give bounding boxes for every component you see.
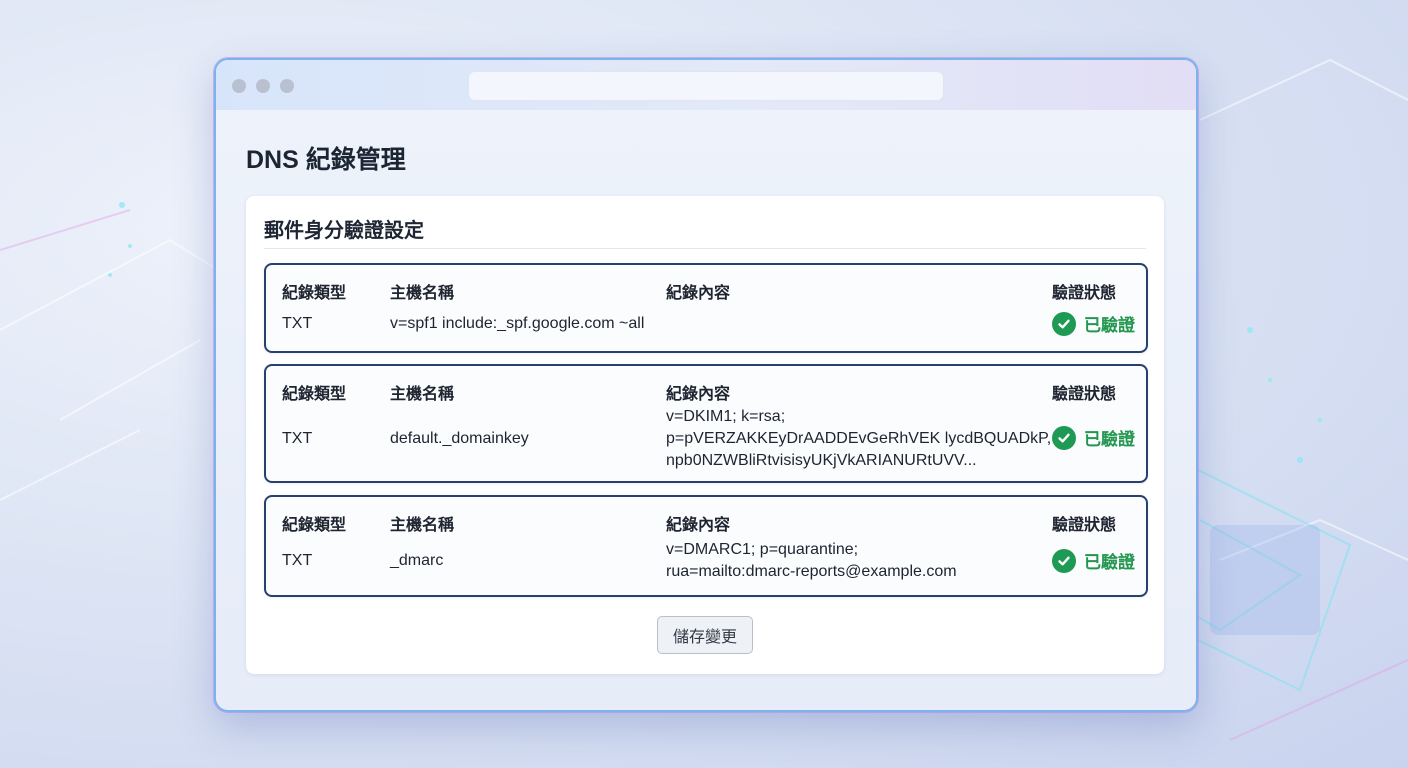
page-title: DNS 紀錄管理 bbox=[246, 146, 406, 174]
record-content-line: v=DKIM1; k=rsa; bbox=[666, 408, 786, 425]
status-label: 已驗證 bbox=[1084, 430, 1135, 449]
record-type: TXT bbox=[282, 430, 313, 447]
record-content: v=DMARC1; p=quarantine; rua=mailto:dmarc… bbox=[666, 539, 957, 583]
col-header-type: 紀錄類型 bbox=[282, 386, 347, 403]
status-badge: 已驗證 bbox=[1052, 311, 1135, 336]
col-header-content: 紀錄內容 bbox=[666, 285, 731, 302]
col-header-status: 驗證狀態 bbox=[1052, 386, 1117, 403]
dns-record-spf: 紀錄類型 主機名稱 紀錄內容 驗證狀態 TXT v=spf1 include:_… bbox=[264, 263, 1148, 353]
status-badge: 已驗證 bbox=[1052, 425, 1135, 450]
address-bar[interactable] bbox=[468, 71, 944, 101]
col-header-content: 紀錄內容 bbox=[666, 517, 731, 534]
col-header-type: 紀錄類型 bbox=[282, 285, 347, 302]
dns-record-dkim: 紀錄類型 主機名稱 紀錄內容 驗證狀態 TXT default._domaink… bbox=[264, 364, 1148, 483]
col-header-host: 主機名稱 bbox=[390, 386, 455, 403]
section-divider bbox=[264, 248, 1146, 249]
browser-window: DNS 紀錄管理 郵件身分驗證設定 紀錄類型 主機名稱 紀錄內容 驗證狀態 TX… bbox=[214, 58, 1198, 712]
check-circle-icon bbox=[1052, 311, 1076, 336]
col-header-status: 驗證狀態 bbox=[1052, 517, 1117, 534]
dns-record-dmarc: 紀錄類型 主機名稱 紀錄內容 驗證狀態 TXT _dmarc v=DMARC1;… bbox=[264, 495, 1148, 597]
save-changes-button[interactable]: 儲存變更 bbox=[657, 616, 753, 654]
record-type: TXT bbox=[282, 552, 313, 569]
title-bar bbox=[216, 60, 1196, 110]
record-content-line: rua=mailto:dmarc-reports@example.com bbox=[666, 563, 957, 580]
record-content-line: v=DMARC1; p=quarantine; bbox=[666, 541, 859, 558]
section-title: 郵件身分驗證設定 bbox=[264, 220, 424, 242]
check-circle-icon bbox=[1052, 425, 1076, 450]
record-content: v=DKIM1; k=rsa; p=pVERZAKKEyDrAADDEvGeRh… bbox=[666, 406, 1051, 472]
email-auth-card: 郵件身分驗證設定 紀錄類型 主機名稱 紀錄內容 驗證狀態 TXT v=spf1 … bbox=[246, 196, 1164, 674]
col-header-content: 紀錄內容 bbox=[666, 386, 731, 403]
record-host: v=spf1 include:_spf.google.com ~all bbox=[390, 315, 645, 332]
col-header-status: 驗證狀態 bbox=[1052, 285, 1117, 302]
col-header-host: 主機名稱 bbox=[390, 285, 455, 302]
col-header-type: 紀錄類型 bbox=[282, 517, 347, 534]
status-badge: 已驗證 bbox=[1052, 548, 1135, 573]
record-host: default._domainkey bbox=[390, 430, 529, 447]
window-maximize-dot[interactable] bbox=[280, 79, 294, 93]
status-label: 已驗證 bbox=[1084, 316, 1135, 335]
status-label: 已驗證 bbox=[1084, 553, 1135, 572]
record-content-line: p=pVERZAKKEyDrAADDEvGeRhVEK lycdBQUADkP, bbox=[666, 430, 1052, 447]
window-minimize-dot[interactable] bbox=[256, 79, 270, 93]
col-header-host: 主機名稱 bbox=[390, 517, 455, 534]
record-type: TXT bbox=[282, 315, 313, 332]
record-host: _dmarc bbox=[390, 552, 444, 569]
check-circle-icon bbox=[1052, 548, 1076, 573]
window-close-dot[interactable] bbox=[232, 79, 246, 93]
record-content-line: npb0NZWBliRtvisisyUKjVkARIANURtUVV... bbox=[666, 452, 977, 469]
